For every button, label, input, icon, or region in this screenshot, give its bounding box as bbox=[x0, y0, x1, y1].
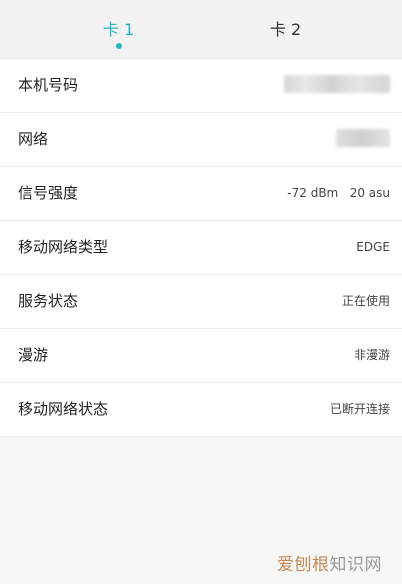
tab-sim-2[interactable]: 卡 2 bbox=[201, 0, 402, 58]
row-roaming: 漫游 非漫游 bbox=[0, 329, 402, 383]
row-network-type: 移动网络类型 EDGE bbox=[0, 221, 402, 275]
sim-tab-bar: 卡 1 卡 2 bbox=[0, 0, 402, 59]
row-label: 移动网络类型 bbox=[18, 238, 109, 256]
tab-sim-2-label: 卡 2 bbox=[269, 20, 302, 39]
row-value: EDGE bbox=[356, 240, 390, 254]
redacted-phone-number bbox=[284, 75, 390, 93]
row-value: 已断开连接 bbox=[329, 402, 390, 416]
row-value: 正在使用 bbox=[341, 294, 390, 308]
row-phone-number: 本机号码 bbox=[0, 59, 402, 113]
active-tab-indicator bbox=[116, 43, 122, 49]
tab-sim-1[interactable]: 卡 1 bbox=[0, 0, 201, 58]
row-label: 服务状态 bbox=[18, 292, 79, 310]
watermark-brand: 爱刨根 bbox=[277, 555, 330, 575]
row-value: -72 dBm 20 asu bbox=[287, 186, 390, 200]
redacted-network-name bbox=[336, 129, 390, 147]
row-value: 非漫游 bbox=[353, 348, 390, 362]
row-label: 网络 bbox=[18, 130, 49, 148]
row-label: 移动网络状态 bbox=[18, 400, 109, 418]
row-network: 网络 bbox=[0, 113, 402, 167]
site-watermark: 爱刨根知识网 bbox=[277, 554, 382, 576]
row-label: 信号强度 bbox=[18, 184, 79, 202]
sim-status-list: 本机号码 网络 信号强度 -72 dBm 20 asu 移动网络类型 EDGE … bbox=[0, 59, 402, 437]
row-mobile-network-state: 移动网络状态 已断开连接 bbox=[0, 383, 402, 437]
row-label: 漫游 bbox=[18, 346, 49, 364]
tab-sim-1-label: 卡 1 bbox=[102, 20, 135, 39]
row-label: 本机号码 bbox=[18, 76, 79, 94]
row-service-state: 服务状态 正在使用 bbox=[0, 275, 402, 329]
watermark-suffix: 知识网 bbox=[329, 555, 382, 575]
row-signal-strength: 信号强度 -72 dBm 20 asu bbox=[0, 167, 402, 221]
